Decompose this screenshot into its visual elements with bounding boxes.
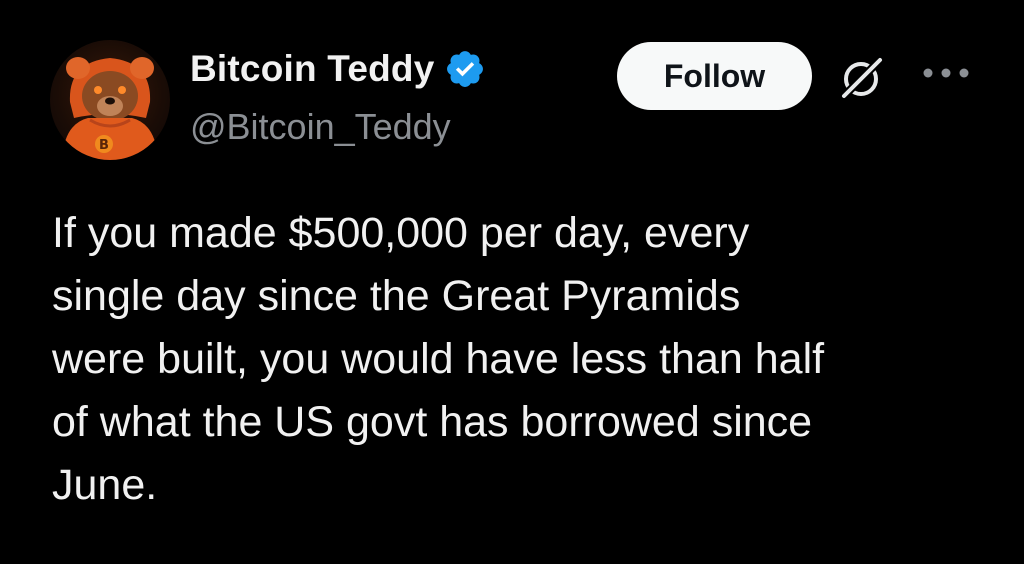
svg-text:B: B [99,138,109,153]
verified-badge-icon [447,51,484,87]
author-handle[interactable]: @Bitcoin_Teddy [190,106,451,148]
teddy-bear-avatar-image: B [62,57,158,160]
follow-button[interactable]: Follow [617,42,812,110]
avatar[interactable]: B [50,40,170,160]
more-options-icon[interactable] [918,66,974,80]
tweet-card: B Bitcoin Teddy @Bitcoin_Teddy Follow If… [0,0,1024,564]
tweet-text: If you made $500,000 per day, every sing… [52,209,825,509]
author-display-name[interactable]: Bitcoin Teddy [190,48,434,90]
author-name-row: Bitcoin Teddy [190,48,486,90]
grok-icon[interactable] [836,54,886,104]
